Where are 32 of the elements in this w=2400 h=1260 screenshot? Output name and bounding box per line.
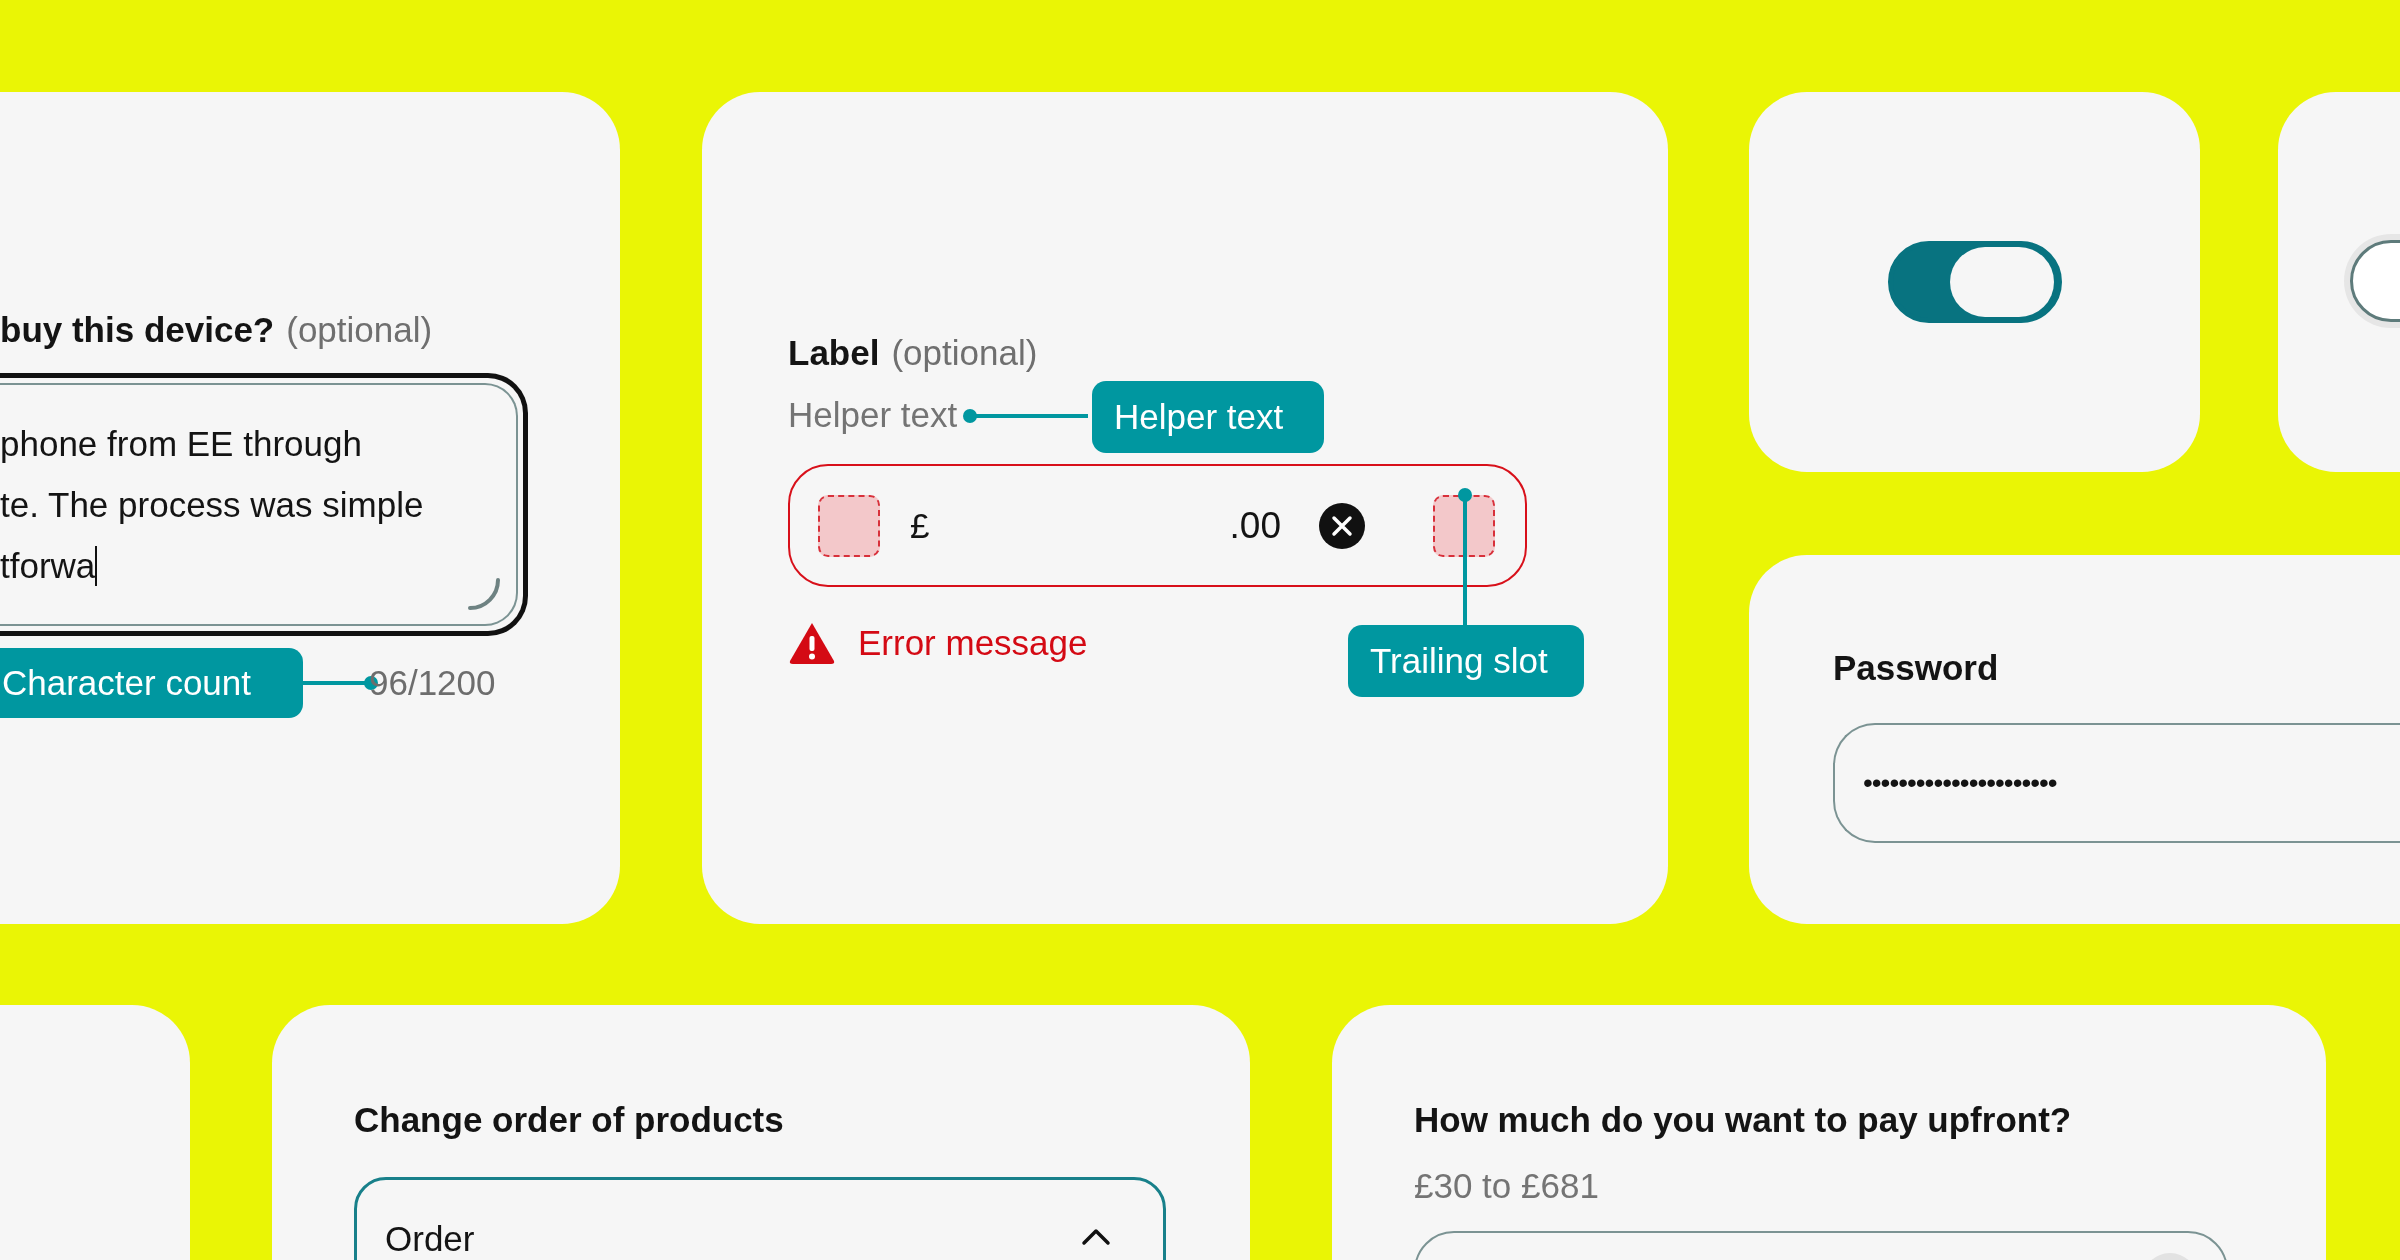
text-line: tforwa <box>0 545 98 588</box>
field-label: Label <box>788 332 880 374</box>
dropdown-value: Order <box>385 1218 475 1260</box>
helper-text: £30 to £681 <box>1414 1165 1599 1207</box>
chevron-up-icon <box>1081 1228 1111 1246</box>
order-dropdown[interactable]: Order <box>354 1177 1166 1260</box>
password-value: •••••••••••••••••••••• <box>1863 767 2057 799</box>
callout-label: Helper text <box>1092 381 1324 453</box>
character-count: 96/1200 <box>369 663 496 703</box>
optional-hint: (optional) <box>891 332 1038 374</box>
callout-label: Trailing slot <box>1348 625 1584 697</box>
helper-text: Helper text <box>788 394 958 436</box>
text-line: te. The process was simple <box>0 484 424 526</box>
error-message: Error message <box>858 623 1088 663</box>
decimal-suffix: .00 <box>1229 504 1281 547</box>
field-label: Change order of products <box>354 1099 784 1141</box>
callout-label: Character count <box>0 648 303 718</box>
optional-hint: (optional) <box>286 309 433 351</box>
text-line: phone from EE through <box>0 423 362 465</box>
currency-prefix: £ <box>910 505 930 546</box>
trailing-slot-placeholder <box>1433 494 1495 557</box>
amount-input-field[interactable]: £ .00 <box>788 464 1527 587</box>
password-field[interactable]: •••••••••••••••••••••• <box>1833 723 2400 843</box>
field-label: Password <box>1833 647 1999 689</box>
warning-icon <box>788 621 836 665</box>
text-cursor <box>95 546 98 586</box>
resize-handle-icon <box>468 578 502 612</box>
leading-slot-placeholder <box>818 494 880 557</box>
text-area-field[interactable]: phone from EE through te. The process was simple tforwa <box>0 373 528 636</box>
clear-icon[interactable] <box>1319 502 1365 549</box>
field-label: How much do you want to pay upfront? <box>1414 1099 2072 1141</box>
field-label: buy this device? <box>0 309 275 351</box>
